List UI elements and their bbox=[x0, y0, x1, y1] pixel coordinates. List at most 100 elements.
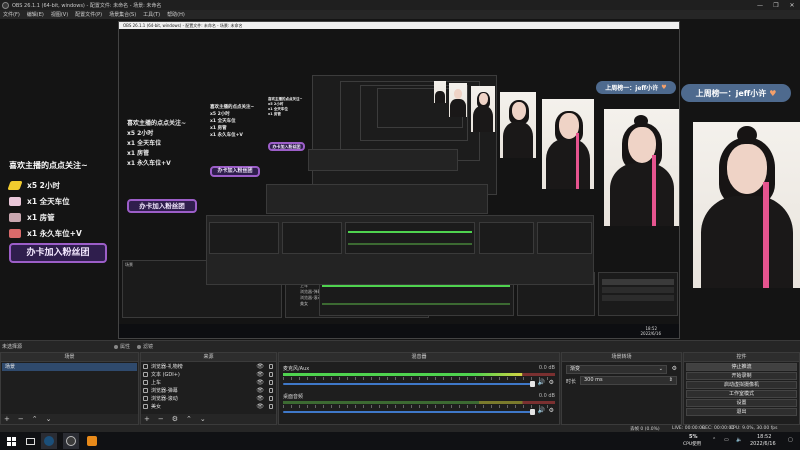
clock-date[interactable]: 2022/6/16 bbox=[750, 441, 776, 447]
notification-icon[interactable]: ▢ bbox=[788, 437, 793, 443]
mixer-channel: 桌面音频 0.0 dB 🔊 ⚙ bbox=[283, 393, 555, 419]
tray-expand-icon[interactable]: ⌃ bbox=[712, 437, 716, 443]
title-bar: OBS 26.1.1 (64-bit, windows) - 配置文件: 未命名… bbox=[0, 0, 800, 10]
nested-fan-club-badge: 办卡加入粉丝团 bbox=[127, 199, 197, 213]
menu-file[interactable]: 文件(F) bbox=[3, 11, 20, 18]
sources-dock: 来源 浏览器-礼物榜 👁 文本 (GDI+) 👁 上车 👁 浏览器-弹幕 👁 浏览器-滚… bbox=[140, 352, 277, 425]
filters-button[interactable]: 滤镜 bbox=[137, 343, 153, 350]
gear-icon[interactable]: ⚙ bbox=[549, 407, 554, 414]
task-view-button[interactable] bbox=[22, 433, 38, 449]
move-source-down-button[interactable]: ⌄ bbox=[200, 415, 206, 423]
network-icon[interactable]: ▭ bbox=[724, 437, 729, 443]
stop-streaming-button[interactable]: 停止推流 bbox=[686, 363, 797, 371]
duration-input[interactable]: 300 ms ⇕ bbox=[580, 376, 677, 385]
source-item[interactable]: 美女 👁 bbox=[141, 402, 276, 410]
nested-fan-club-badge: 办卡加入粉丝团 bbox=[210, 166, 260, 177]
eye-icon[interactable]: 👁 bbox=[256, 387, 264, 394]
move-scene-up-button[interactable]: ⌃ bbox=[32, 415, 38, 423]
lock-icon[interactable] bbox=[269, 371, 273, 377]
eye-icon[interactable]: 👁 bbox=[256, 379, 264, 386]
steam-taskbar-button[interactable] bbox=[41, 433, 57, 449]
properties-button[interactable]: 属性 bbox=[114, 343, 130, 350]
webcam-feed-nested bbox=[449, 83, 467, 117]
rank-label-nested: 上周榜一：jeff小许 ♥ bbox=[596, 81, 676, 94]
lock-icon[interactable] bbox=[269, 379, 273, 385]
window-controls: — ❐ ✕ bbox=[752, 0, 800, 10]
rank-label: 上周榜一：jeff小许 ♥ bbox=[681, 84, 791, 102]
cpu-usage-label: CPU使用 bbox=[683, 442, 702, 447]
source-toolbar: 未选择源 属性 滤镜 bbox=[0, 340, 800, 352]
lock-icon[interactable] bbox=[269, 395, 273, 401]
maximize-button[interactable]: ❐ bbox=[768, 0, 784, 10]
menu-profile[interactable]: 配置文件(P) bbox=[75, 11, 102, 18]
remove-scene-button[interactable]: − bbox=[18, 415, 24, 423]
source-item[interactable]: 浏览器-礼物榜 👁 bbox=[141, 362, 276, 370]
cpu-usage-percent: 5% bbox=[689, 434, 698, 440]
cpu-fps-stats: CPU: 9.0%, 30.00 fps bbox=[730, 426, 778, 431]
nested-fan-club-badge: 办卡加入粉丝团 bbox=[268, 142, 305, 151]
app-taskbar-button[interactable] bbox=[84, 433, 100, 449]
menu-tools[interactable]: 工具(T) bbox=[143, 11, 160, 18]
add-scene-button[interactable]: + bbox=[4, 415, 10, 423]
volume-icon[interactable]: 🔈 bbox=[736, 437, 742, 443]
eye-icon[interactable]: 👁 bbox=[256, 363, 264, 370]
transition-settings-icon[interactable]: ⚙ bbox=[672, 365, 677, 372]
menu-help[interactable]: 帮助(H) bbox=[167, 11, 185, 18]
lock-icon[interactable] bbox=[269, 387, 273, 393]
move-source-up-button[interactable]: ⌃ bbox=[186, 415, 192, 423]
obs-taskbar-button[interactable] bbox=[63, 433, 79, 449]
volume-slider[interactable] bbox=[283, 381, 535, 387]
source-settings-button[interactable]: ⚙ bbox=[172, 415, 178, 423]
source-item[interactable]: 上车 👁 bbox=[141, 378, 276, 386]
add-source-button[interactable]: + bbox=[144, 415, 150, 423]
transition-type-select[interactable]: 渐变 ⌄ bbox=[566, 365, 667, 374]
nested-taskbar: 18:52 2022/6/16 bbox=[119, 324, 679, 338]
filter-icon bbox=[137, 344, 141, 349]
window-title: OBS 26.1.1 (64-bit, windows) - 配置文件: 未命名… bbox=[12, 2, 162, 9]
volume-slider-handle[interactable] bbox=[530, 381, 535, 387]
menu-view[interactable]: 视图(V) bbox=[51, 11, 68, 18]
alert-row-text: x5 2小时 bbox=[27, 180, 60, 190]
start-recording-button[interactable]: 开始录制 bbox=[686, 372, 797, 380]
webcam-feed-nested bbox=[500, 92, 536, 158]
fan-club-badge: 办卡加入粉丝团 bbox=[9, 243, 107, 263]
current-source-label: 未选择源 bbox=[2, 344, 23, 350]
minimize-button[interactable]: — bbox=[752, 0, 768, 10]
lock-icon[interactable] bbox=[269, 363, 273, 369]
scene-transitions-dock: 场景转场 渐变 ⌄ ⚙ 时长 300 ms ⇕ bbox=[561, 352, 682, 425]
close-button[interactable]: ✕ bbox=[784, 0, 800, 10]
webcam-feed-nested bbox=[604, 109, 679, 226]
eye-icon[interactable]: 👁 bbox=[256, 395, 264, 402]
menu-scene-collection[interactable]: 场景集合(S) bbox=[109, 11, 136, 18]
windows-start-button[interactable] bbox=[3, 433, 19, 449]
source-item[interactable]: 浏览器-弹幕 👁 bbox=[141, 386, 276, 394]
windows-taskbar: 5% CPU使用 ⌃ ▭ 🔈 18:52 2022/6/16 ▢ bbox=[0, 432, 800, 450]
menu-edit[interactable]: 编辑(E) bbox=[27, 11, 44, 18]
clock-time[interactable]: 18:52 bbox=[757, 434, 771, 440]
nested-controls-dock bbox=[598, 272, 678, 316]
channel-volume-db: 0.0 dB bbox=[538, 365, 555, 371]
speaker-icon[interactable]: 🔊 bbox=[538, 379, 545, 386]
start-virtual-camera-button[interactable]: 启动虚拟摄像机 bbox=[686, 381, 797, 389]
exit-button[interactable]: 退出 bbox=[686, 408, 797, 416]
scene-list-item[interactable]: 场景 bbox=[2, 363, 137, 371]
remove-source-button[interactable]: − bbox=[158, 415, 164, 423]
studio-mode-button[interactable]: 工作室模式 bbox=[686, 390, 797, 398]
lock-icon[interactable] bbox=[269, 403, 273, 409]
gear-icon[interactable]: ⚙ bbox=[549, 379, 554, 386]
volume-slider[interactable] bbox=[283, 409, 535, 415]
meter-scale bbox=[283, 405, 555, 408]
status-bar: 丢帧 0 (0.0%) LIVE: 00:00:00 REC: 00:00:00… bbox=[0, 425, 800, 432]
eye-icon[interactable]: 👁 bbox=[256, 371, 264, 378]
alert-row-text: x1 永久车位+V bbox=[27, 228, 82, 238]
nested-obs-window-2 bbox=[206, 215, 594, 285]
source-item[interactable]: 浏览器-滚动 👁 bbox=[141, 394, 276, 402]
move-scene-down-button[interactable]: ⌄ bbox=[46, 415, 52, 423]
eye-icon[interactable]: 👁 bbox=[256, 403, 264, 410]
speaker-icon[interactable]: 🔊 bbox=[538, 407, 545, 414]
volume-slider-handle[interactable] bbox=[530, 409, 535, 415]
source-item[interactable]: 文本 (GDI+) 👁 bbox=[141, 370, 276, 378]
controls-dock-title: 控件 bbox=[684, 353, 799, 362]
settings-button[interactable]: 设置 bbox=[686, 399, 797, 407]
preview-canvas[interactable]: OBS 26.1.1 (64-bit, windows) - 配置文件: 未命名… bbox=[0, 19, 800, 340]
